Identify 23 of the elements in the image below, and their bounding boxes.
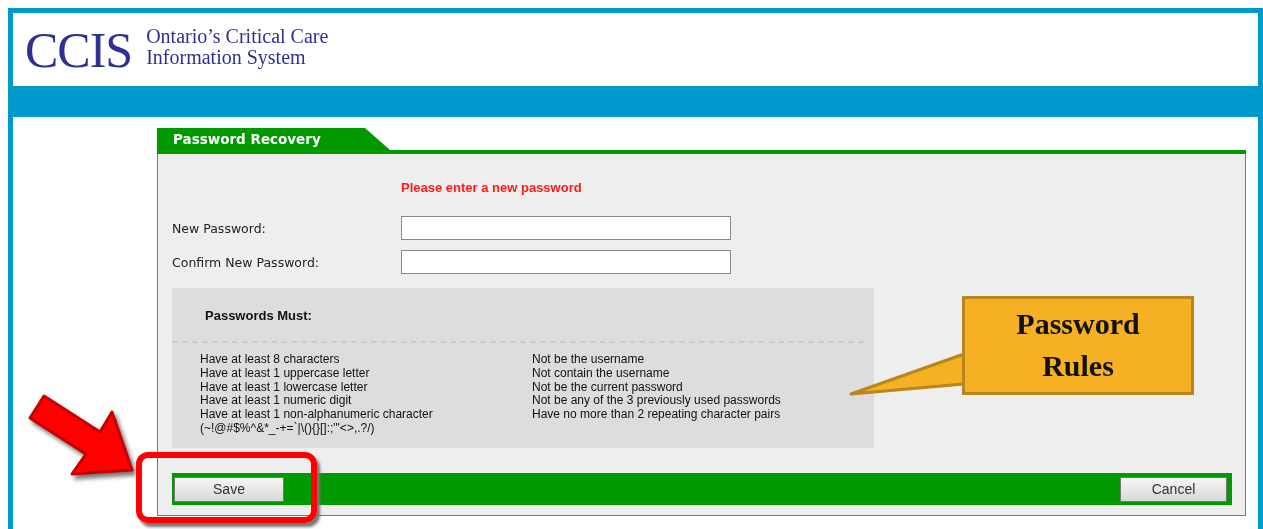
callout-label: Password Rules (962, 296, 1194, 395)
rule-text: Not be the username (532, 353, 646, 367)
save-button[interactable]: Save (174, 476, 284, 502)
field-label: New Password: (172, 220, 267, 236)
rule-text: Not be any of the 3 previously used passwords (532, 394, 781, 409)
rule-text: Not contain the username (532, 366, 671, 381)
field-label: Confirm New Password: (172, 254, 321, 270)
logo-subtitle: Ontario’s Critical Care (146, 25, 329, 47)
rule-text: Not be the current password (532, 380, 684, 395)
rule-text: Have at least 1 numeric digit (200, 394, 353, 409)
instruction-message: Please enter a new password (400, 179, 583, 197)
password-field[interactable] (401, 216, 731, 240)
password-field[interactable] (401, 250, 731, 274)
rule-text: Have at least 1 uppercase letter (200, 366, 371, 381)
rules-title: Passwords Must: (204, 308, 313, 323)
rule-text: Have at least 1 lowercase letter (200, 380, 369, 395)
cancel-button[interactable]: Cancel (1120, 476, 1227, 502)
rule-text: Have at least 1 non-alphanumeric character (200, 408, 434, 422)
rule-text: Have no more than 2 repeating character pairs (532, 408, 781, 422)
rule-text: Have at least 8 characters (200, 353, 341, 367)
rule-text: (~!@#$%^&*_-+=`|\(){}[]:;"'<>,.?/) (200, 422, 376, 436)
logo-text: CCIS (25, 24, 133, 75)
logo-subtitle: Information System (146, 46, 307, 68)
